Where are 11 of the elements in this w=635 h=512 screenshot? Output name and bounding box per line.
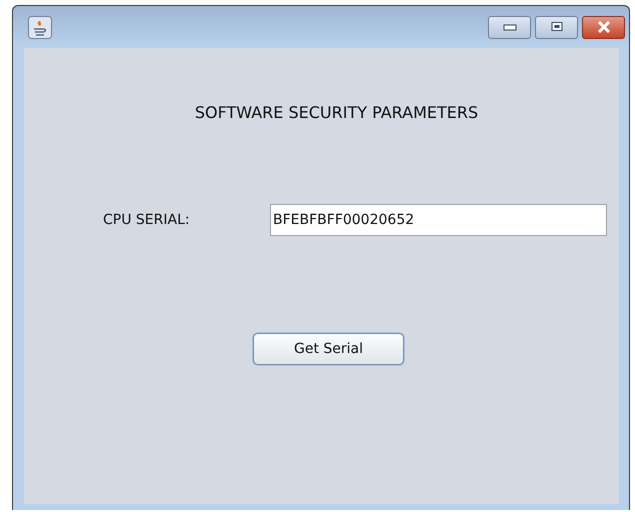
window-heading: SOFTWARE SECURITY PARAMETERS [194,103,478,122]
java-cup-icon [28,16,52,38]
maximize-icon [550,21,564,33]
maximize-button[interactable] [535,16,578,38]
minimize-icon [502,23,516,31]
get-serial-button[interactable]: Get Serial [253,333,404,365]
close-icon [596,21,612,33]
cpu-serial-field[interactable]: BFEBFBFF00020652 [270,204,607,236]
close-button[interactable] [582,16,625,38]
minimize-button[interactable] [488,16,531,38]
field-label: CPU SERIAL: [103,212,191,228]
